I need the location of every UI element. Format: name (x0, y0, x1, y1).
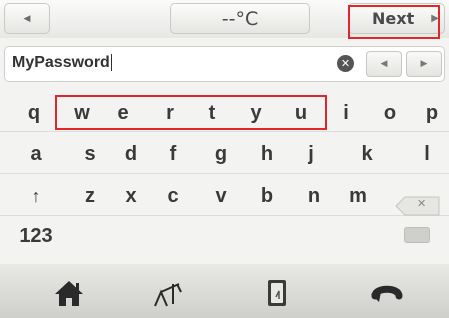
key-q[interactable]: q (18, 95, 50, 131)
key-o[interactable]: o (374, 95, 406, 131)
scale-icon (154, 283, 182, 307)
backspace-key[interactable]: ✕ (395, 196, 441, 216)
cursor-left-button[interactable]: ◀ (366, 51, 402, 77)
screen: ◀ --°C Next ▶ MyPassword ✕ ◀ ▶ q w e r t… (0, 0, 449, 318)
key-s[interactable]: s (74, 136, 106, 172)
key-l[interactable]: l (411, 136, 443, 172)
key-i[interactable]: i (330, 95, 362, 131)
password-field[interactable]: MyPassword ✕ ◀ ▶ (4, 46, 445, 82)
key-m[interactable]: m (342, 178, 374, 214)
note-button[interactable] (252, 276, 302, 310)
key-p[interactable]: p (416, 95, 448, 131)
key-z[interactable]: z (74, 178, 106, 214)
home-icon (55, 281, 83, 306)
key-v[interactable]: v (205, 178, 237, 214)
highlight-box-keys (55, 95, 327, 130)
key-c[interactable]: c (157, 178, 189, 214)
key-f[interactable]: f (157, 136, 189, 172)
row-separator (0, 173, 449, 174)
note-icon (268, 280, 286, 306)
key-j[interactable]: j (295, 136, 327, 172)
clear-icon[interactable]: ✕ (337, 55, 354, 72)
left-arrow-icon: ◀ (23, 13, 31, 24)
key-b[interactable]: b (251, 178, 283, 214)
cursor-right-button[interactable]: ▶ (406, 51, 442, 77)
row-separator (0, 131, 449, 132)
numbers-mode-key[interactable]: 123 (10, 218, 62, 254)
key-k[interactable]: k (351, 136, 383, 172)
hide-keyboard-icon[interactable] (404, 227, 430, 243)
temperature-value: --°C (221, 7, 259, 30)
key-n[interactable]: n (298, 178, 330, 214)
row-separator (0, 215, 449, 216)
bottom-nav-bar (0, 264, 449, 318)
key-a[interactable]: a (20, 136, 52, 172)
back-icon (371, 285, 403, 302)
highlight-box-next (348, 5, 440, 39)
scale-button[interactable] (144, 276, 194, 310)
right-arrow-icon: ▶ (420, 59, 428, 69)
key-g[interactable]: g (205, 136, 237, 172)
shift-key[interactable]: ↑ (20, 178, 52, 214)
key-d[interactable]: d (115, 136, 147, 172)
key-h[interactable]: h (251, 136, 283, 172)
password-value: MyPassword (12, 54, 110, 71)
key-x[interactable]: x (115, 178, 147, 214)
backspace-x: ✕ (417, 197, 427, 210)
prev-arrow-button[interactable]: ◀ (4, 3, 50, 34)
left-arrow-icon: ◀ (380, 59, 388, 69)
password-field-text: MyPassword (12, 54, 112, 72)
text-caret (110, 54, 112, 72)
temperature-display: --°C (170, 3, 310, 34)
home-button[interactable] (44, 276, 94, 310)
back-button[interactable] (362, 276, 412, 310)
